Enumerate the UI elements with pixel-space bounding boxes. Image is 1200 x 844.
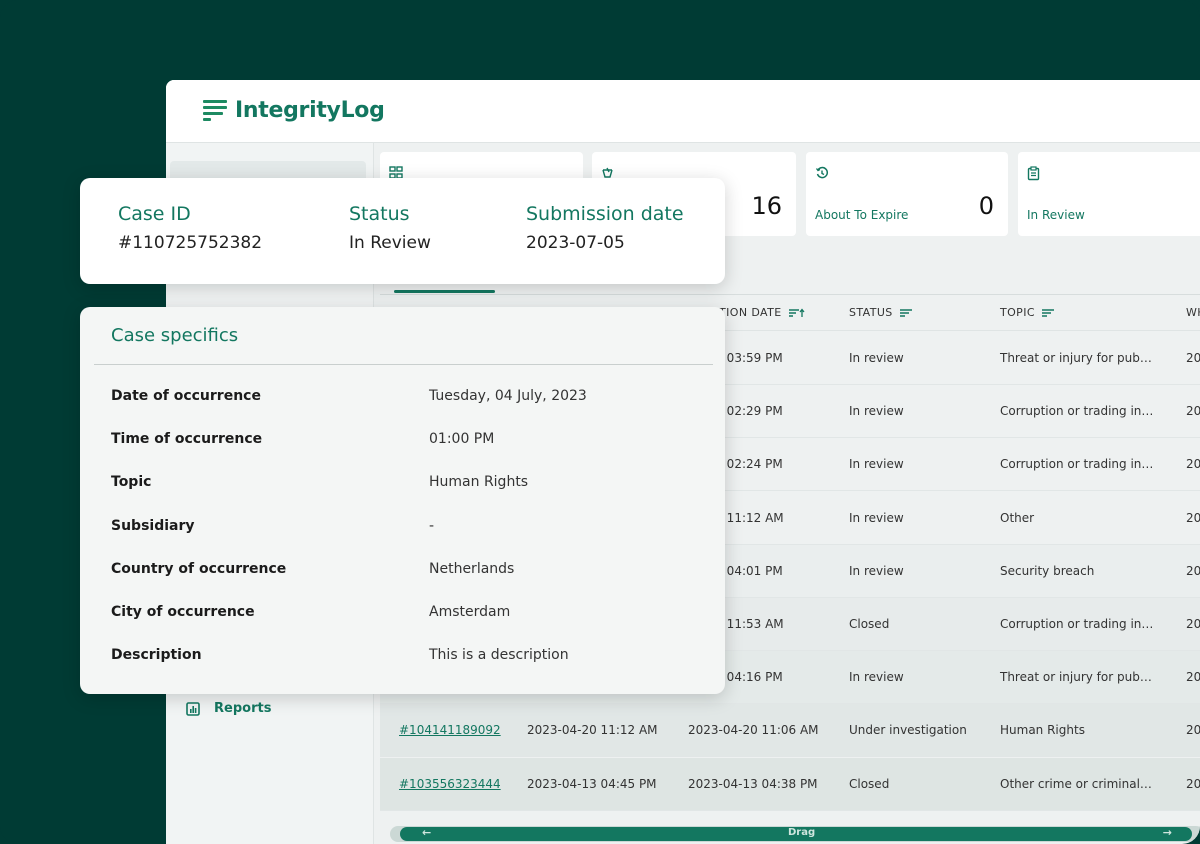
sidebar-item-reports[interactable]: Reports xyxy=(186,701,271,716)
top-bar: IntegrityLog xyxy=(166,80,1200,143)
spec-label: Description xyxy=(111,647,202,664)
case-id-value: #110725752382 xyxy=(118,233,263,253)
background-frame: IntegrityLog Reports 16 About To Expire … xyxy=(0,0,1200,844)
spec-value: Amsterdam xyxy=(429,604,511,620)
wh-cell: 20 xyxy=(1186,723,1200,738)
spec-label: Date of occurrence xyxy=(111,388,261,404)
case-summary-card: Case ID #110725752382 Status In Review S… xyxy=(80,178,725,284)
case-id-link[interactable]: #103556323444 xyxy=(399,777,501,791)
stat-label: In Review xyxy=(1027,208,1085,222)
active-tab-indicator xyxy=(394,290,495,293)
status-cell: Under investigation xyxy=(849,723,967,738)
sort-asc-icon xyxy=(788,307,805,317)
stat-card-about-to-expire[interactable]: About To Expire 0 xyxy=(806,152,1008,236)
topic-cell: Security breach xyxy=(1000,563,1095,578)
submission-date: 2023-04-13 04:38 PM xyxy=(688,776,818,791)
case-id-group: Case ID #110725752382 xyxy=(118,203,262,253)
stat-label: About To Expire xyxy=(815,208,909,222)
clipboard-icon xyxy=(1027,166,1040,181)
arrow-left-icon: ← xyxy=(422,826,432,839)
case-id-label: Case ID xyxy=(118,203,191,225)
wh-cell: 20 xyxy=(1186,563,1200,578)
topic-cell: Threat or injury for pub… xyxy=(1000,670,1152,685)
sort-icon xyxy=(1041,308,1054,317)
status-cell: In review xyxy=(849,670,904,685)
submission-date-group: Submission date 2023-07-05 xyxy=(526,203,684,253)
status-value: In Review xyxy=(349,233,431,253)
column-wh[interactable]: WH xyxy=(1186,306,1200,319)
column-topic[interactable]: TOPIC xyxy=(1000,306,1055,319)
status-cell: In review xyxy=(849,510,904,525)
column-submission-date[interactable]: TION DATE xyxy=(719,306,806,319)
created-date: 2023-04-13 04:45 PM xyxy=(527,776,657,791)
wh-cell: 20 xyxy=(1186,776,1200,791)
stat-card-in-review[interactable]: In Review 7 xyxy=(1018,152,1200,236)
sidebar-item-label: Reports xyxy=(214,701,272,716)
brand-name: IntegrityLog xyxy=(235,98,385,123)
topic-cell: Corruption or trading in… xyxy=(1000,617,1154,631)
column-status[interactable]: STATUS xyxy=(849,306,913,319)
status-cell: Closed xyxy=(849,617,890,631)
logo-icon xyxy=(203,99,227,122)
status-cell: In review xyxy=(849,351,904,365)
spec-label: Time of occurrence xyxy=(111,431,263,448)
wh-cell: 20 xyxy=(1186,617,1200,631)
topic-cell: Corruption or trading in… xyxy=(1000,457,1154,472)
table-row[interactable]: #104141189092 2023-04-20 11:12 AM 2023-04-… xyxy=(380,704,1200,758)
spec-value: Human Rights xyxy=(429,474,529,491)
status-label: Status xyxy=(349,203,410,225)
wh-cell: 20 xyxy=(1186,670,1200,685)
spec-label: Country of occurrence xyxy=(111,560,287,577)
spec-value: Netherlands xyxy=(429,560,515,577)
spec-value: - xyxy=(429,517,435,534)
topic-cell: Corruption or trading in… xyxy=(1000,404,1154,419)
status-cell: In review xyxy=(849,563,904,578)
brand-logo[interactable]: IntegrityLog xyxy=(203,98,385,123)
status-cell: In review xyxy=(849,404,904,419)
case-id-link[interactable]: #104141189092 xyxy=(399,723,501,737)
submission-date: 2023-04-20 11:06 AM xyxy=(688,723,819,738)
scrollbar-thumb[interactable]: ← Drag → xyxy=(400,826,1192,841)
sort-icon xyxy=(899,308,912,317)
stat-value: 16 xyxy=(751,192,782,220)
submission-date-value: 2023-07-05 xyxy=(526,233,625,253)
case-specifics-title: Case specifics xyxy=(111,325,239,346)
scrollbar-label: Drag xyxy=(788,827,816,838)
horizontal-scrollbar[interactable]: ← Drag → xyxy=(390,826,1200,842)
spec-label: Topic xyxy=(111,474,152,491)
topic-cell: Human Rights xyxy=(1000,723,1085,738)
wh-cell: 20 xyxy=(1186,404,1200,419)
status-group: Status In Review xyxy=(349,203,431,253)
table-row[interactable]: #103556323444 2023-04-13 04:45 PM 2023-04-… xyxy=(380,757,1200,811)
topic-cell: Threat or injury for pub… xyxy=(1000,351,1152,365)
topic-cell: Other crime or criminal… xyxy=(1000,776,1152,791)
spec-label: Subsidiary xyxy=(111,517,195,534)
status-cell: Closed xyxy=(849,776,890,791)
arrow-right-icon: → xyxy=(1162,826,1172,839)
spec-value: 01:00 PM xyxy=(429,431,495,448)
spec-value: This is a description xyxy=(429,647,569,664)
spec-label: City of occurrence xyxy=(111,604,255,620)
wh-cell: 20 xyxy=(1186,351,1200,365)
status-cell: In review xyxy=(849,457,904,472)
wh-cell: 20 xyxy=(1186,510,1200,525)
submission-date-label: Submission date xyxy=(526,203,684,225)
history-icon xyxy=(815,166,829,179)
reports-icon xyxy=(186,701,200,716)
wh-cell: 20 xyxy=(1186,457,1200,472)
stat-value: 0 xyxy=(978,192,994,220)
case-specifics-card: Case specifics Date of occurrence Tuesday… xyxy=(80,307,725,694)
divider xyxy=(94,364,713,365)
created-date: 2023-04-20 11:12 AM xyxy=(527,723,658,738)
spec-value: Tuesday, 04 July, 2023 xyxy=(429,388,587,404)
topic-cell: Other xyxy=(1000,510,1035,525)
